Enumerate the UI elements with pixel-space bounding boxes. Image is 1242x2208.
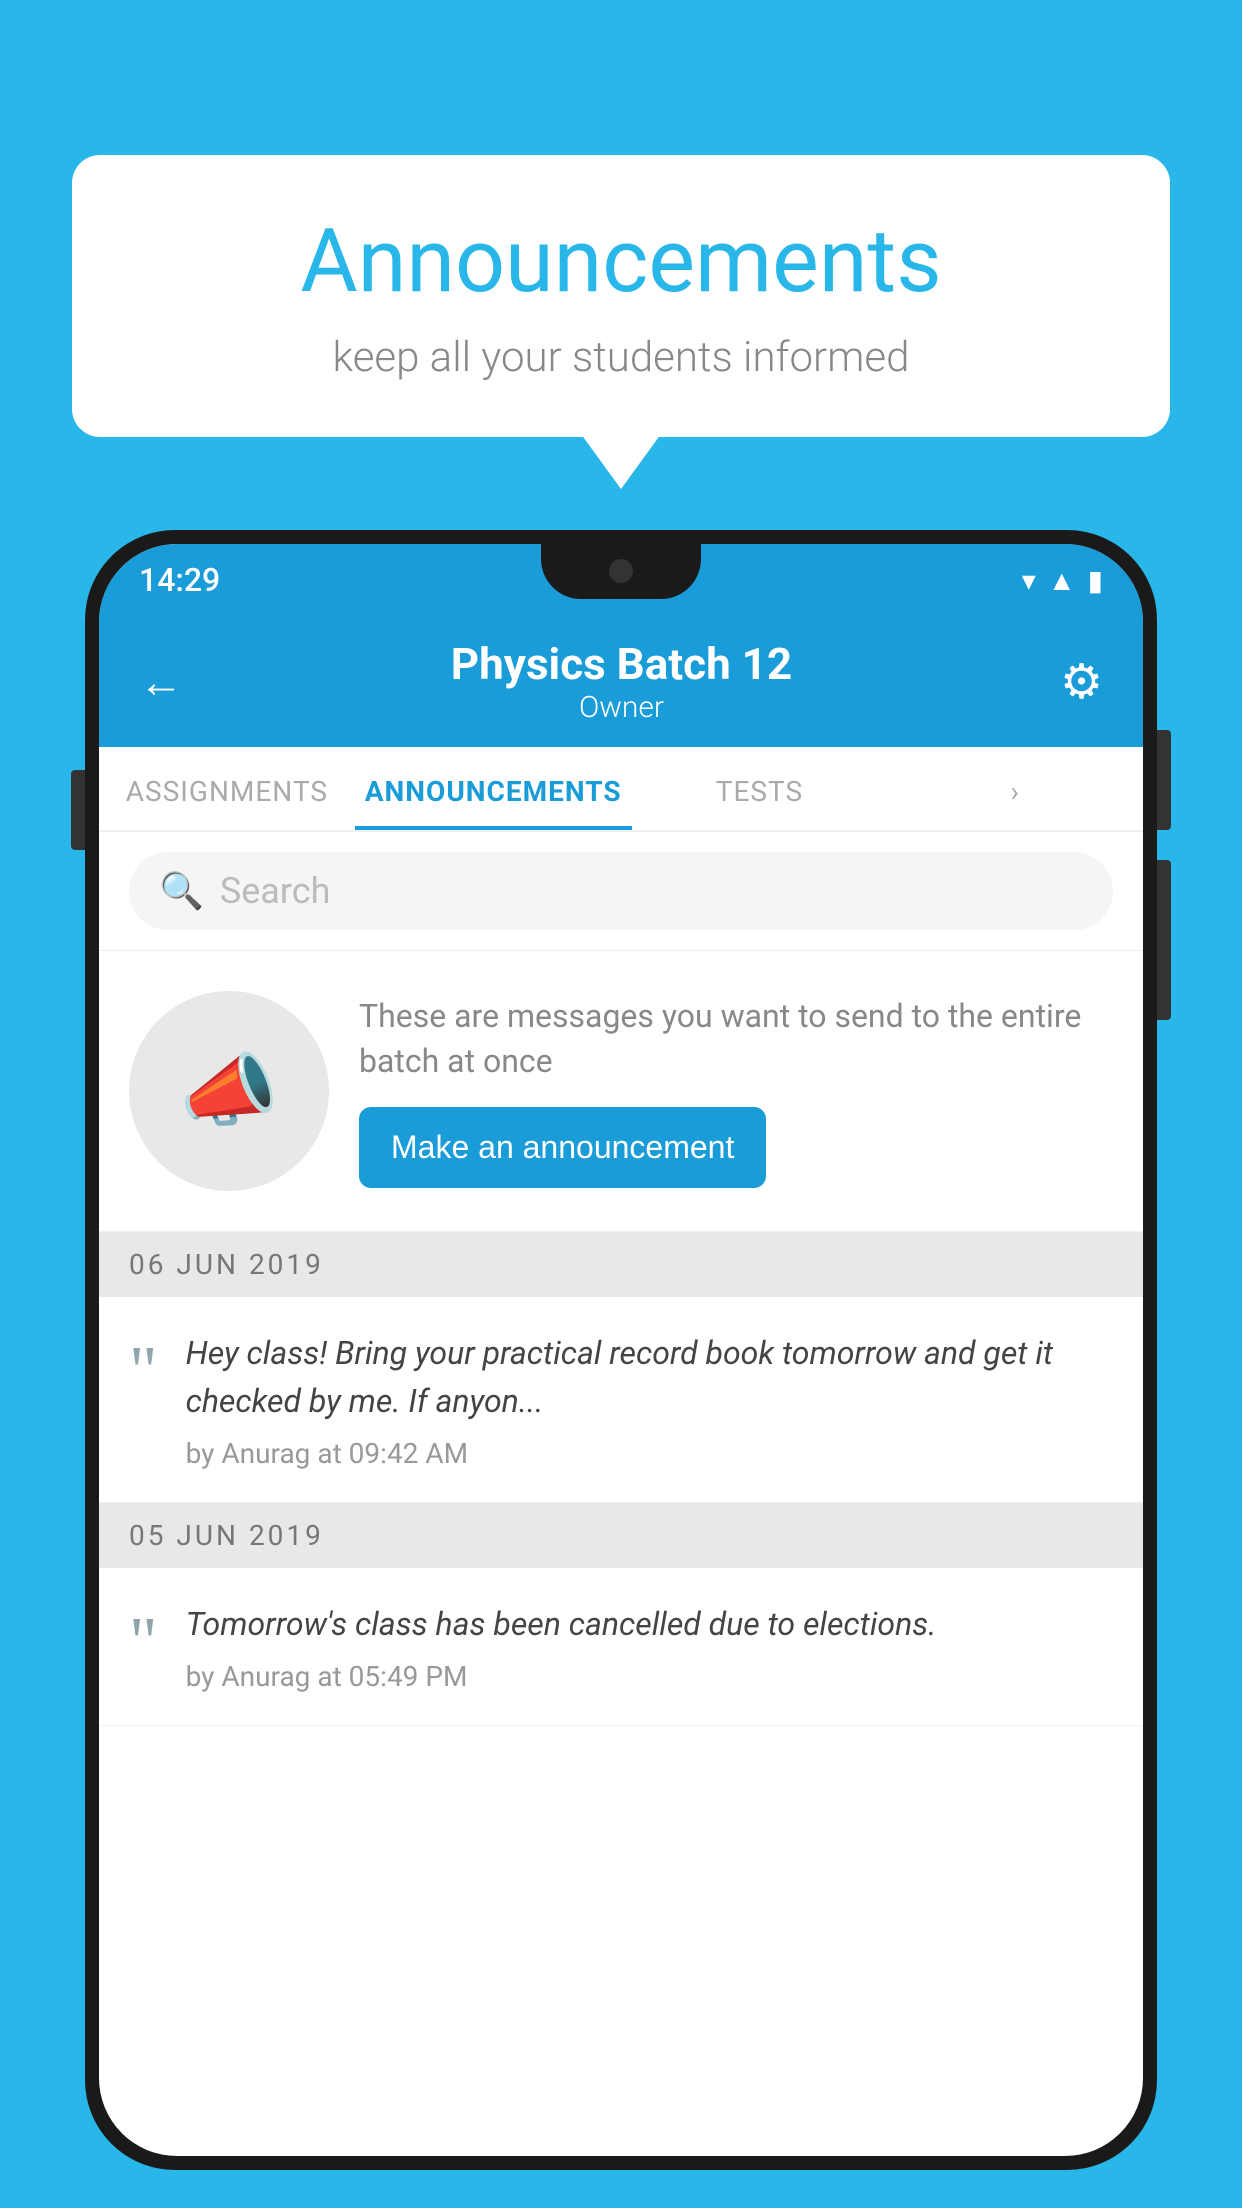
announcement-text-2: Tomorrow's class has been cancelled due … bbox=[186, 1600, 1113, 1648]
phone-outer: 14:29 ▾ ▲ ▮ ← Physics Batch 12 Owner ⚙ bbox=[85, 530, 1157, 2170]
signal-icon: ▲ bbox=[1048, 564, 1076, 597]
status-icons: ▾ ▲ ▮ bbox=[1022, 564, 1103, 597]
power-button-top bbox=[1157, 730, 1171, 830]
app-header: ← Physics Batch 12 Owner ⚙ bbox=[99, 616, 1143, 747]
tab-tests[interactable]: TESTS bbox=[632, 747, 888, 830]
quote-icon-1: " bbox=[129, 1337, 158, 1407]
announcement-text-1: Hey class! Bring your practical record b… bbox=[186, 1329, 1113, 1425]
search-placeholder: Search bbox=[220, 870, 331, 912]
announcement-item-2[interactable]: " Tomorrow's class has been cancelled du… bbox=[99, 1568, 1143, 1726]
speech-bubble-container: Announcements keep all your students inf… bbox=[72, 155, 1170, 437]
status-time: 14:29 bbox=[139, 561, 220, 599]
quote-icon-2: " bbox=[129, 1608, 158, 1678]
date-divider-1: 06 JUN 2019 bbox=[99, 1232, 1143, 1297]
promo-icon-circle: 📣 bbox=[129, 991, 329, 1191]
tabs-bar: ASSIGNMENTS ANNOUNCEMENTS TESTS › bbox=[99, 747, 1143, 832]
wifi-icon: ▾ bbox=[1022, 564, 1036, 597]
batch-role: Owner bbox=[451, 690, 792, 725]
battery-icon: ▮ bbox=[1088, 564, 1103, 597]
phone-screen: 14:29 ▾ ▲ ▮ ← Physics Batch 12 Owner ⚙ bbox=[99, 544, 1143, 2156]
speech-bubble: Announcements keep all your students inf… bbox=[72, 155, 1170, 437]
volume-button bbox=[71, 770, 85, 850]
tab-more[interactable]: › bbox=[887, 747, 1143, 830]
back-button[interactable]: ← bbox=[139, 656, 183, 708]
camera-dot bbox=[609, 559, 633, 583]
announcement-content-1: Hey class! Bring your practical record b… bbox=[186, 1329, 1113, 1470]
status-bar: 14:29 ▾ ▲ ▮ bbox=[99, 544, 1143, 616]
tab-assignments[interactable]: ASSIGNMENTS bbox=[99, 747, 355, 830]
volume-button-right bbox=[1157, 860, 1171, 1020]
tab-announcements[interactable]: ANNOUNCEMENTS bbox=[355, 747, 632, 830]
date-divider-2: 05 JUN 2019 bbox=[99, 1503, 1143, 1568]
search-bar[interactable]: 🔍 Search bbox=[129, 852, 1113, 930]
header-center: Physics Batch 12 Owner bbox=[451, 638, 792, 725]
search-container: 🔍 Search bbox=[99, 832, 1143, 951]
announcement-meta-2: by Anurag at 05:49 PM bbox=[186, 1660, 1113, 1693]
promo-right: These are messages you want to send to t… bbox=[359, 994, 1113, 1189]
bubble-subtitle: keep all your students informed bbox=[132, 333, 1110, 382]
search-icon: 🔍 bbox=[159, 870, 204, 912]
settings-icon[interactable]: ⚙ bbox=[1060, 653, 1103, 710]
announcement-meta-1: by Anurag at 09:42 AM bbox=[186, 1437, 1113, 1470]
announcement-content-2: Tomorrow's class has been cancelled due … bbox=[186, 1600, 1113, 1693]
promo-description: These are messages you want to send to t… bbox=[359, 994, 1113, 1084]
megaphone-icon: 📣 bbox=[179, 1044, 279, 1138]
announcement-item-1[interactable]: " Hey class! Bring your practical record… bbox=[99, 1297, 1143, 1503]
phone-container: 14:29 ▾ ▲ ▮ ← Physics Batch 12 Owner ⚙ bbox=[85, 530, 1157, 2208]
batch-title: Physics Batch 12 bbox=[451, 638, 792, 690]
promo-section: 📣 These are messages you want to send to… bbox=[99, 951, 1143, 1232]
make-announcement-button[interactable]: Make an announcement bbox=[359, 1107, 766, 1188]
bubble-title: Announcements bbox=[132, 210, 1110, 313]
notch bbox=[541, 544, 701, 599]
